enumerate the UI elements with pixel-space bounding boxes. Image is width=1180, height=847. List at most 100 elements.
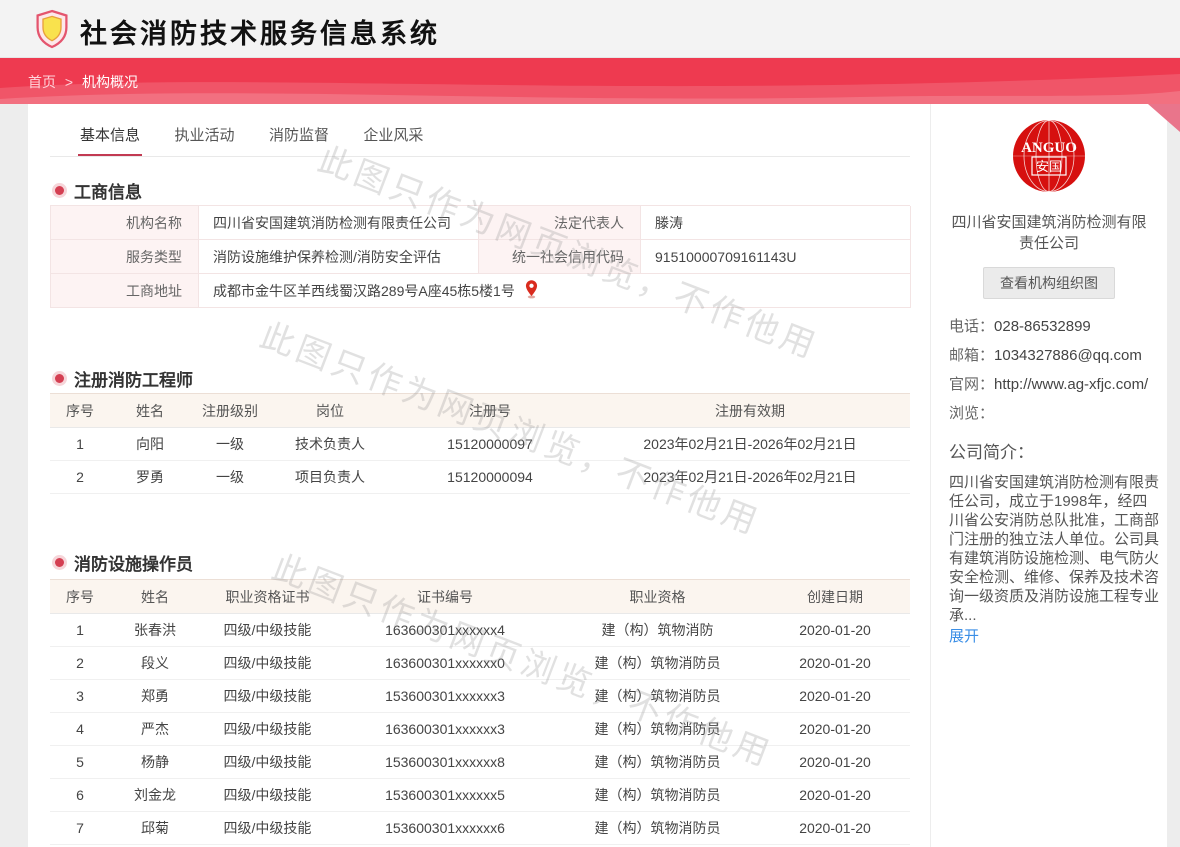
breadcrumb-home-link[interactable]: 首页 [28, 74, 56, 90]
cell: 2020-01-20 [760, 787, 910, 803]
cell: 邱菊 [110, 818, 200, 838]
cell: 1 [50, 436, 110, 452]
cell: 建（构）筑物消防员 [555, 719, 760, 739]
table-row: 6 刘金龙 四级/中级技能 153600301xxxxxx5 建（构）筑物消防员… [50, 779, 910, 812]
cell: 153600301xxxxxx3 [335, 688, 555, 704]
cell: 2 [50, 469, 110, 485]
section-bullet-icon [55, 374, 64, 383]
cell: 杨静 [110, 752, 200, 772]
col-header: 创建日期 [760, 587, 910, 607]
app-title: 社会消防技术服务信息系统 [80, 12, 440, 51]
legal-rep-value: 滕涛 [641, 206, 911, 240]
credit-code-label: 统一社会信用代码 [479, 240, 641, 274]
views-value [994, 404, 1155, 424]
cell: 5 [50, 754, 110, 770]
engineers-header-row: 序号 姓名 注册级别 岗位 注册号 注册有效期 [50, 394, 910, 428]
table-row: 1 张春洪 四级/中级技能 163600301xxxxxx4 建（构）筑物消防 … [50, 614, 910, 647]
cell: 建（构）筑物消防员 [555, 818, 760, 838]
contact-info: 电话： 028-86532899 邮箱： 1034327886@qq.com 官… [949, 317, 1155, 424]
view-org-chart-button[interactable]: 查看机构组织图 [983, 267, 1115, 299]
breadcrumb-current: 机构概况 [82, 74, 138, 90]
cell: 建（构）筑物消防员 [555, 752, 760, 772]
cell: 四级/中级技能 [200, 620, 335, 640]
company-name: 四川省安国建筑消防检测有限责任公司 [949, 212, 1149, 254]
location-pin-icon[interactable] [525, 280, 538, 302]
cell: 2020-01-20 [760, 655, 910, 671]
cell: 153600301xxxxxx5 [335, 787, 555, 803]
cell: 2023年02月21日-2026年02月21日 [590, 467, 910, 487]
banner: 首页 > 机构概况 [0, 58, 1180, 104]
main-panel: 基本信息 执业活动 消防监督 企业风采 工商信息 机构名称 四川省安国建筑消防检… [28, 104, 930, 847]
contact-email: 邮箱： 1034327886@qq.com [949, 346, 1155, 366]
table-row: 5 杨静 四级/中级技能 153600301xxxxxx8 建（构）筑物消防员 … [50, 746, 910, 779]
org-name-value: 四川省安国建筑消防检测有限责任公司 [199, 206, 479, 240]
col-header: 注册号 [390, 401, 590, 421]
col-header: 姓名 [110, 587, 200, 607]
cell: 2023年02月21日-2026年02月21日 [590, 434, 910, 454]
expand-link[interactable]: 展开 [949, 625, 979, 646]
col-header: 职业资格 [555, 587, 760, 607]
banner-corner-decoration [1140, 104, 1180, 132]
operators-header-row: 序号 姓名 职业资格证书 证书编号 职业资格 创建日期 [50, 580, 910, 614]
breadcrumb-separator: > [65, 74, 73, 90]
address-value: 成都市金牛区羊西线蜀汉路289号A座45栋5楼1号 [213, 281, 515, 301]
cell: 段义 [110, 653, 200, 673]
service-type-label: 服务类型 [51, 240, 199, 274]
section-bullet-icon [55, 558, 64, 567]
cell: 163600301xxxxxx3 [335, 721, 555, 737]
breadcrumb: 首页 > 机构概况 [28, 72, 138, 92]
logo-text-en: ANGUO [1021, 140, 1077, 156]
company-intro-text: 四川省安国建筑消防检测有限责任公司，成立于1998年，经四川省公安消防总队批准，… [949, 473, 1161, 625]
table-row: 2 罗勇 一级 项目负责人 15120000094 2023年02月21日-20… [50, 461, 910, 494]
cell: 技术负责人 [270, 434, 390, 454]
section-business-info: 工商信息 [55, 180, 142, 200]
views-label: 浏览： [949, 404, 994, 424]
table-row: 1 向阳 一级 技术负责人 15120000097 2023年02月21日-20… [50, 428, 910, 461]
side-panel: ANGUO 安国 四川省安国建筑消防检测有限责任公司 查看机构组织图 电话： 0… [930, 104, 1167, 847]
table-row: 4 严杰 四级/中级技能 163600301xxxxxx3 建（构）筑物消防员 … [50, 713, 910, 746]
address-label: 工商地址 [51, 274, 199, 308]
cell: 罗勇 [110, 467, 190, 487]
cell: 4 [50, 721, 110, 737]
col-header: 注册有效期 [590, 401, 910, 421]
cell: 张春洪 [110, 620, 200, 640]
section-operators: 消防设施操作员 [55, 552, 193, 572]
cell: 建（构）筑物消防员 [555, 785, 760, 805]
contact-views: 浏览： [949, 404, 1155, 424]
cell: 四级/中级技能 [200, 818, 335, 838]
col-header: 职业资格证书 [200, 587, 335, 607]
section-engineers: 注册消防工程师 [55, 368, 193, 388]
cell: 一级 [190, 434, 270, 454]
website-label: 官网： [949, 375, 994, 395]
cell: 2 [50, 655, 110, 671]
tab-enterprise-style[interactable]: 企业风采 [361, 116, 425, 156]
email-label: 邮箱： [949, 346, 994, 366]
table-row: 3 郑勇 四级/中级技能 153600301xxxxxx3 建（构）筑物消防员 … [50, 680, 910, 713]
engineers-table: 序号 姓名 注册级别 岗位 注册号 注册有效期 1 向阳 一级 技术负责人 15… [50, 393, 910, 494]
cell: 建（构）筑物消防员 [555, 686, 760, 706]
tab-fire-supervision[interactable]: 消防监督 [267, 116, 331, 156]
website-link[interactable]: http://www.ag-xfjc.com/ [994, 375, 1155, 395]
cell: 153600301xxxxxx8 [335, 754, 555, 770]
page: 社会消防技术服务信息系统 首页 > 机构概况 基本信息 执业活动 消防监督 企业… [0, 0, 1180, 847]
cell: 2020-01-20 [760, 622, 910, 638]
service-type-value: 消防设施维护保养检测/消防安全评估 [199, 240, 479, 274]
cell: 建（构）筑物消防员 [555, 653, 760, 673]
cell: 3 [50, 688, 110, 704]
cell: 四级/中级技能 [200, 752, 335, 772]
section-bullet-icon [55, 186, 64, 195]
org-name-label: 机构名称 [51, 206, 199, 240]
section-title-text: 消防设施操作员 [74, 550, 193, 575]
shield-icon [34, 9, 70, 54]
phone-label: 电话： [949, 317, 994, 337]
col-header: 注册级别 [190, 401, 270, 421]
tab-practice-activity[interactable]: 执业活动 [172, 116, 236, 156]
address-cell: 成都市金牛区羊西线蜀汉路289号A座45栋5楼1号 [199, 274, 911, 308]
cell: 项目负责人 [270, 467, 390, 487]
company-intro-title: 公司简介： [949, 438, 1167, 463]
table-row: 2 段义 四级/中级技能 163600301xxxxxx0 建（构）筑物消防员 … [50, 647, 910, 680]
cell: 2020-01-20 [760, 688, 910, 704]
tab-basic-info[interactable]: 基本信息 [78, 116, 142, 156]
col-header: 序号 [50, 401, 110, 421]
cell: 严杰 [110, 719, 200, 739]
